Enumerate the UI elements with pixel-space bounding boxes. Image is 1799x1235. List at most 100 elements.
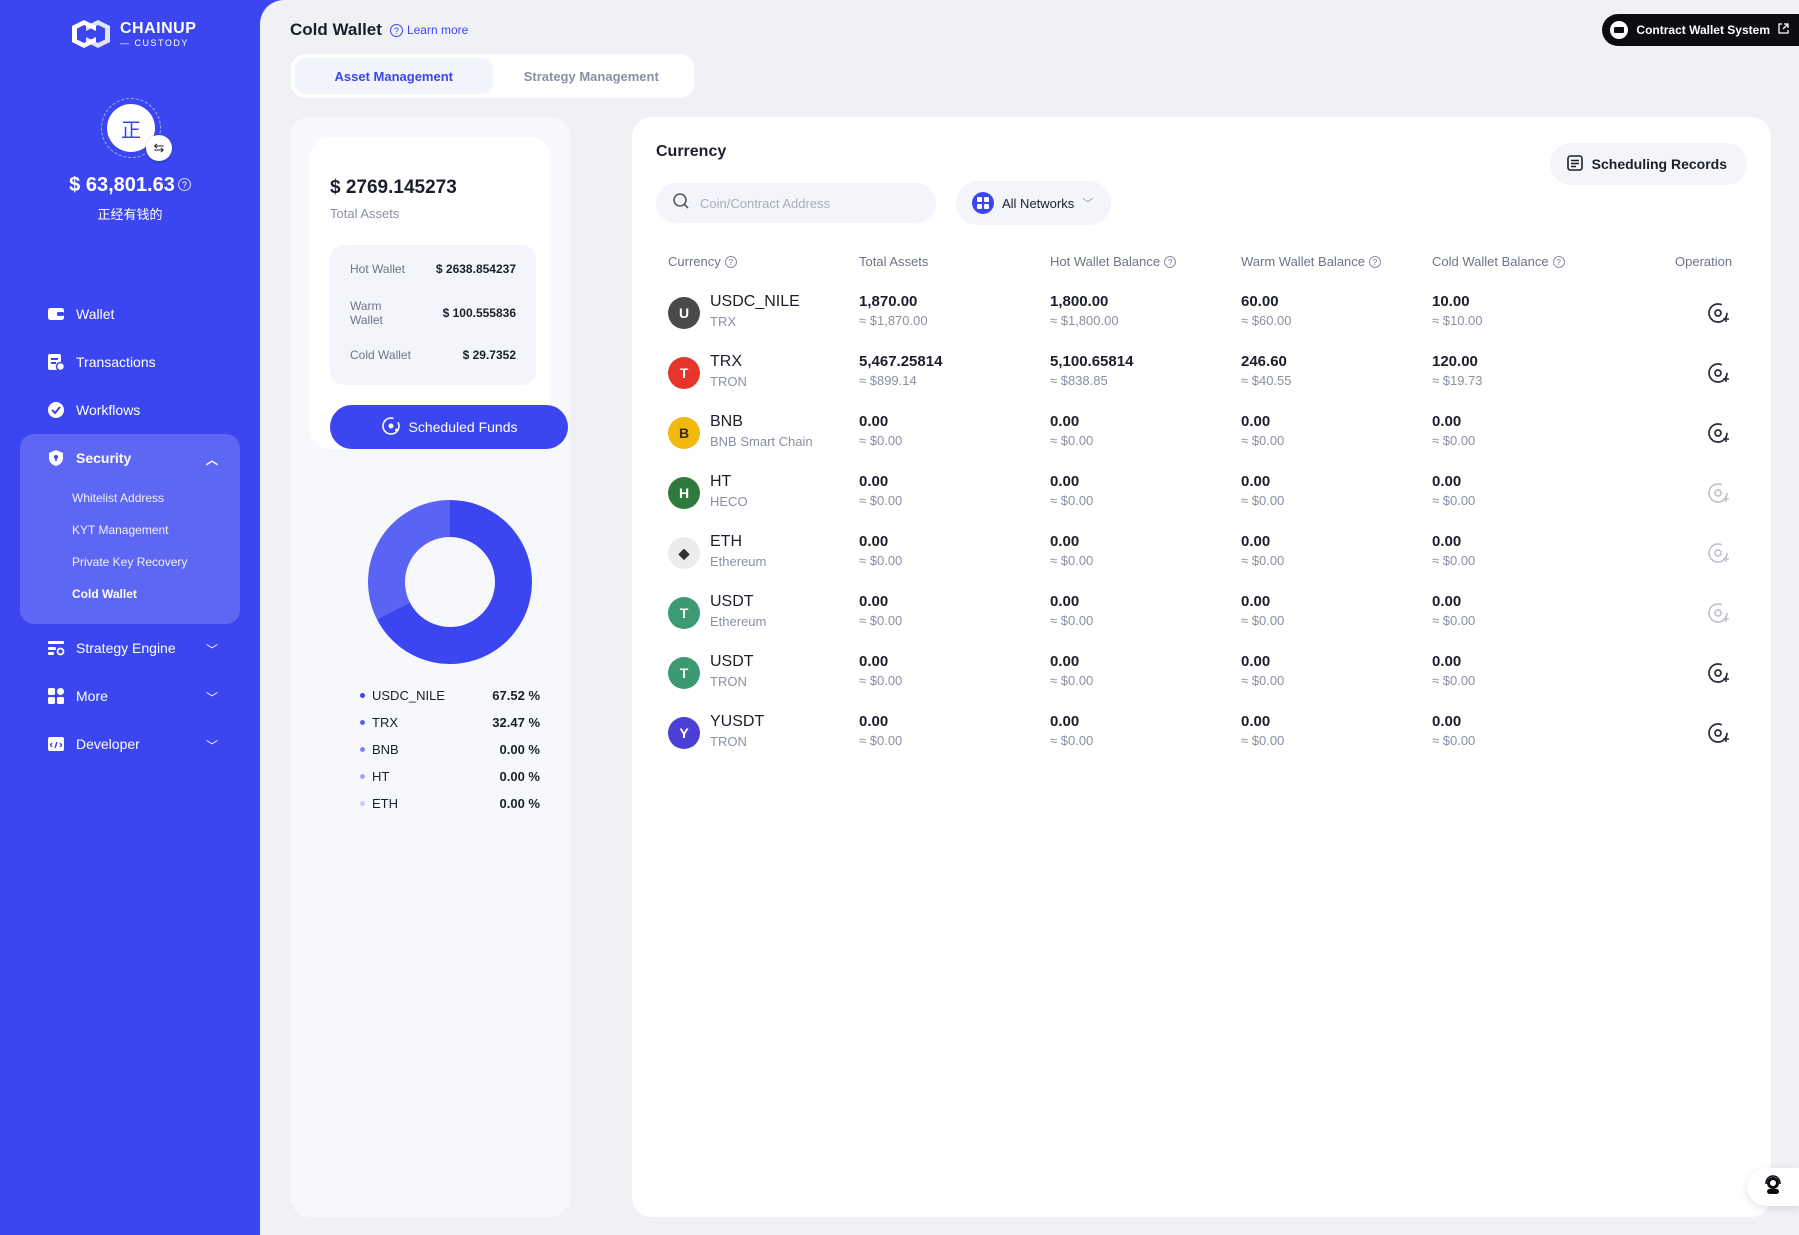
cell-warm-wallet: 246.60 ≈ $40.55 <box>1241 353 1292 388</box>
schedule-funds-icon[interactable] <box>1706 661 1732 687</box>
legend-name: TRX <box>372 715 398 730</box>
legend-dot <box>360 693 365 698</box>
amount-usd-value: ≈ $0.00 <box>1432 733 1476 748</box>
sidebar-item-strategy-engine[interactable]: Strategy Engine ﹀ <box>20 624 240 672</box>
amount-value: 5,467.25814 <box>859 353 943 370</box>
schedule-funds-icon[interactable] <box>1706 601 1732 627</box>
wallet-breakdown: Hot Wallet $ 2638.854237 Warm Wallet $ 1… <box>330 245 536 385</box>
support-button[interactable] <box>1747 1168 1799 1206</box>
cell-currency: T TRX TRON <box>668 353 747 389</box>
amount-usd-value: ≈ $0.00 <box>859 433 903 448</box>
coin-network: Ethereum <box>710 554 767 569</box>
page-header: Cold Wallet ? Learn more <box>290 20 468 40</box>
currency-section-title: Currency <box>656 143 727 160</box>
cell-hot-wallet: 0.00 ≈ $0.00 <box>1050 713 1093 748</box>
chainup-logo-icon <box>72 20 110 48</box>
breakdown-row-hot: Hot Wallet $ 2638.854237 <box>350 245 516 293</box>
sidebar-subitem-whitelist-address[interactable]: Whitelist Address <box>20 482 240 514</box>
legend-name: ETH <box>372 796 398 811</box>
help-icon[interactable]: ? <box>1552 255 1565 268</box>
amount-value: 0.00 <box>1432 413 1462 430</box>
tab-asset-management[interactable]: Asset Management <box>295 58 493 94</box>
brand-logo[interactable]: CHAINUP — CUSTODY <box>68 18 196 50</box>
sidebar-subitem-private-key-recovery[interactable]: Private Key Recovery <box>20 546 240 578</box>
cell-currency: T USDT TRON <box>668 653 754 689</box>
scheduled-funds-label: Scheduled Funds <box>408 419 518 435</box>
help-icon[interactable]: ? <box>1369 255 1382 268</box>
cell-total-assets: 1,870.00 ≈ $1,870.00 <box>859 293 928 328</box>
table-row: T USDT Ethereum 0.00 ≈ $0.00 0.00 ≈ $0.0… <box>668 589 1748 649</box>
search-input[interactable] <box>700 195 920 211</box>
amount-value: 0.00 <box>1050 533 1080 550</box>
total-assets-card: $ 2769.145273 Total Assets Hot Wallet $ … <box>310 137 568 449</box>
help-icon[interactable]: ? <box>1164 255 1177 268</box>
sidebar-item-workflows[interactable]: Workflows <box>20 386 240 434</box>
amount-usd-value: ≈ $0.00 <box>1432 553 1476 568</box>
cell-total-assets: 0.00 ≈ $0.00 <box>859 473 902 508</box>
column-header-operation: Operation <box>1675 254 1732 269</box>
cell-total-assets: 0.00 ≈ $0.00 <box>859 713 902 748</box>
coin-symbol: USDT <box>710 593 754 610</box>
account-balance: $ 63,801.63? <box>0 174 260 197</box>
amount-value: 0.00 <box>1432 473 1462 490</box>
sidebar-subitem-kyt-management[interactable]: KYT Management <box>20 514 240 546</box>
sidebar-subitem-cold-wallet[interactable]: Cold Wallet <box>20 578 240 610</box>
page-title: Cold Wallet <box>290 20 382 39</box>
sidebar-item-transactions[interactable]: Transactions <box>20 338 240 386</box>
contract-wallet-system-button[interactable]: Contract Wallet System <box>1602 14 1799 46</box>
tab-strategy-management[interactable]: Strategy Management <box>493 58 691 94</box>
sidebar: CHAINUP — CUSTODY 正 ⇆ $ 63,801.63? 正经有钱的… <box>0 0 260 1235</box>
customer-service-icon <box>1762 1174 1784 1201</box>
sidebar-item-security[interactable]: Security ︿ <box>20 434 240 482</box>
amount-usd-value: ≈ $60.00 <box>1241 313 1292 328</box>
coin-network: HECO <box>710 494 748 509</box>
legend-name: USDC_NILE <box>372 688 445 703</box>
help-icon[interactable]: ? <box>724 255 737 268</box>
legend-percent: 0.00 % <box>499 796 540 811</box>
schedule-funds-icon[interactable] <box>1706 301 1732 327</box>
amount-value: 0.00 <box>1050 473 1080 490</box>
schedule-funds-icon[interactable] <box>1706 721 1732 747</box>
help-icon: ? <box>389 23 403 37</box>
amount-usd-value: ≈ $0.00 <box>1050 733 1094 748</box>
cell-cold-wallet: 120.00 ≈ $19.73 <box>1432 353 1483 388</box>
legend-percent: 67.52 % <box>492 688 540 703</box>
sidebar-item-developer[interactable]: Developer ﹀ <box>20 720 240 768</box>
coin-logo-icon: B <box>668 417 700 449</box>
total-assets-value: $ 2769.145273 <box>330 177 457 198</box>
schedule-funds-icon[interactable] <box>1706 361 1732 387</box>
amount-usd-value: ≈ $0.00 <box>1050 493 1094 508</box>
switch-account-icon[interactable]: ⇆ <box>146 135 172 161</box>
schedule-funds-icon[interactable] <box>1706 541 1732 567</box>
scheduled-funds-button[interactable]: Scheduled Funds <box>330 405 568 449</box>
network-filter-select[interactable]: All Networks ﹀ <box>956 181 1112 225</box>
table-row: Y YUSDT TRON 0.00 ≈ $0.00 0.00 ≈ $0.00 0… <box>668 709 1748 769</box>
coin-network: TRX <box>710 314 736 329</box>
schedule-funds-icon[interactable] <box>1706 421 1732 447</box>
legend-percent: 0.00 % <box>499 742 540 757</box>
account-name: 正经有钱的 <box>97 208 163 223</box>
search-icon <box>672 192 690 215</box>
breakdown-label: Hot Wallet <box>350 262 405 276</box>
external-link-icon <box>1778 23 1789 37</box>
learn-more-link[interactable]: ? Learn more <box>389 23 468 37</box>
chevron-up-icon: ︿ <box>205 453 218 467</box>
sidebar-item-more[interactable]: More ﹀ <box>20 672 240 720</box>
schedule-funds-icon[interactable] <box>1706 481 1732 507</box>
cell-warm-wallet: 0.00 ≈ $0.00 <box>1241 713 1284 748</box>
chevron-down-icon: ﹀ <box>205 643 218 657</box>
balance-help-icon[interactable]: ? <box>177 178 191 191</box>
sidebar-item-wallet[interactable]: Wallet <box>20 290 240 338</box>
legend-dot <box>360 774 365 779</box>
breakdown-row-cold: Cold Wallet $ 29.7352 <box>350 333 516 377</box>
amount-value: 0.00 <box>859 653 889 670</box>
amount-value: 0.00 <box>1050 413 1080 430</box>
amount-value: 0.00 <box>1241 473 1271 490</box>
scheduling-records-button[interactable]: Scheduling Records <box>1549 143 1747 185</box>
coin-network: Ethereum <box>710 614 767 629</box>
cell-hot-wallet: 0.00 ≈ $0.00 <box>1050 413 1093 448</box>
amount-value: 246.60 <box>1241 353 1287 370</box>
cell-total-assets: 0.00 ≈ $0.00 <box>859 653 902 688</box>
amount-usd-value: ≈ $10.00 <box>1432 313 1483 328</box>
donut-slice-trx[interactable] <box>368 500 450 620</box>
